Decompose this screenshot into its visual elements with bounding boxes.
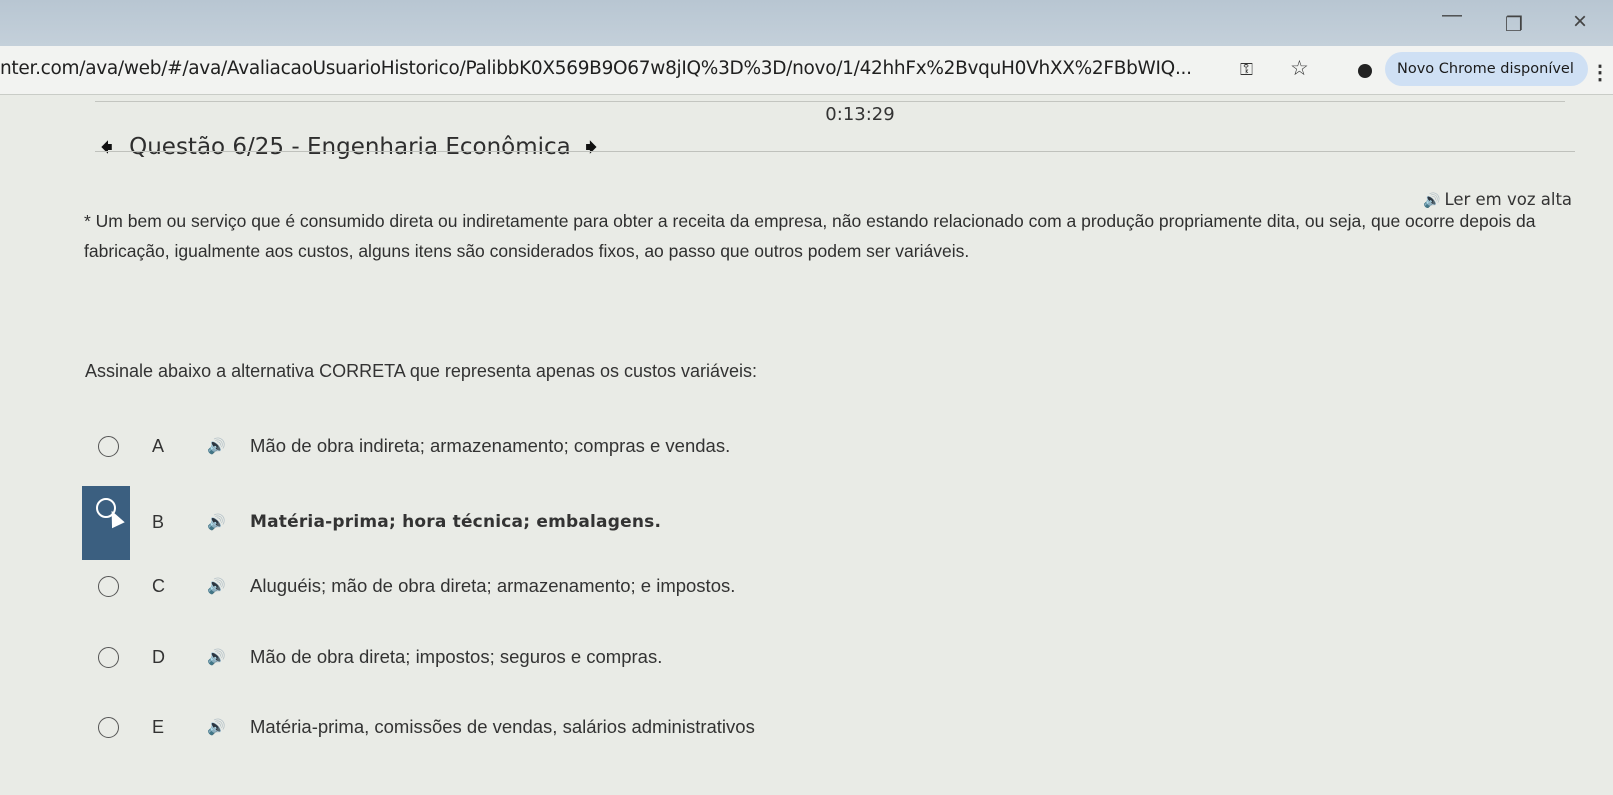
divider [95,101,1565,102]
profile-icon[interactable] [1358,64,1372,78]
option-text: Mão de obra indireta; armazenamento; com… [250,435,731,456]
option-text: Aluguéis; mão de obra direta; armazename… [250,575,736,596]
option-letter: C [152,575,165,596]
browser-title-bar: — ❐ × [0,0,1613,46]
arrow-right-icon[interactable]: 🠺 [585,134,598,160]
question-prompt: Assinale abaixo a alternativa CORRETA qu… [85,361,758,381]
radio-button[interactable] [98,575,119,597]
radio-button[interactable] [98,646,119,668]
speaker-icon[interactable]: 🔊 [207,577,226,595]
option-text: Matéria-prima; hora técnica; embalagens. [250,512,662,532]
option-text: Matéria-prima, comissões de vendas, salá… [250,716,755,737]
option-text: Mão de obra direta; impostos; seguros e … [250,646,663,667]
speaker-icon[interactable]: 🔊 [207,718,226,736]
divider [95,151,1575,152]
radio-button[interactable] [98,435,119,457]
speaker-icon[interactable]: 🔊 [207,648,226,666]
question-header: 🠸 Questão 6/25 - Engenharia Econômica 🠺 [100,130,598,164]
star-bookmark-icon[interactable]: ☆ [1290,56,1309,81]
kebab-menu-icon[interactable]: ⋮ [1590,60,1610,85]
arrow-left-icon[interactable]: 🠸 [100,134,113,160]
radio-button[interactable] [98,716,119,738]
question-title: Questão 6/25 - Engenharia Econômica [129,134,571,160]
address-bar: nter.com/ava/web/#/ava/AvaliacaoUsuarioH… [0,46,1613,95]
option-e[interactable]: E 🔊 Matéria-prima, comissões de vendas, … [82,697,1082,757]
speaker-icon[interactable]: 🔊 [207,513,226,531]
exam-timer: 0:13:29 [825,104,895,125]
url-field[interactable]: nter.com/ava/web/#/ava/AvaliacaoUsuarioH… [0,58,1240,79]
option-letter: D [152,646,165,667]
option-a[interactable]: A 🔊 Mão de obra indireta; armazenamento;… [82,416,1082,476]
option-letter: A [152,435,165,456]
minimize-icon[interactable]: — [1432,4,1472,27]
option-letter: E [152,716,165,737]
option-letter: B [152,511,165,532]
option-d[interactable]: D 🔊 Mão de obra direta; impostos; seguro… [82,627,1082,687]
question-stem: * Um bem ou serviço que é consumido dire… [84,211,1536,261]
key-icon[interactable]: ⚿ [1240,60,1253,80]
selected-radio-highlight[interactable] [82,486,130,560]
close-icon[interactable]: × [1560,8,1600,36]
maximize-icon[interactable]: ❐ [1494,12,1534,37]
option-c[interactable]: C 🔊 Aluguéis; mão de obra direta; armaze… [82,556,1082,616]
new-chrome-update-button[interactable]: Novo Chrome disponível [1385,52,1588,86]
speaker-icon[interactable]: 🔊 [207,437,226,455]
option-b[interactable]: B 🔊 Matéria-prima; hora técnica; embalag… [82,486,1082,560]
